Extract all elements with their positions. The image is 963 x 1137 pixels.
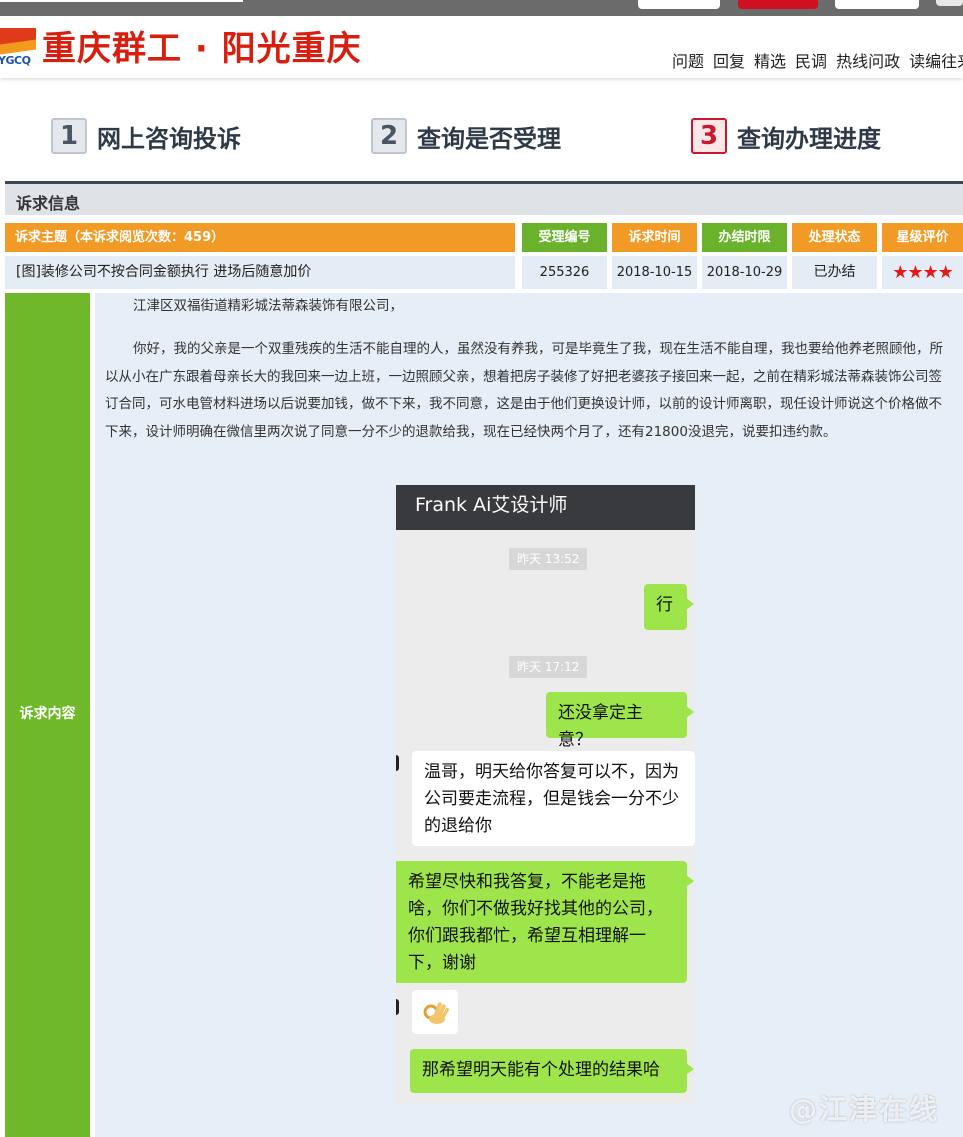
header-id: 受理编号 [522, 223, 607, 252]
step-consult[interactable]: 1 网上咨询投诉 [51, 118, 241, 154]
section-title: 诉求信息 [16, 194, 81, 213]
row-rating: ★★★★ [882, 256, 963, 289]
complaint-body: 你好，我的父亲是一个双重残疾的生活不能自理的人，虽然没有养我，可是毕竟生了我，现… [105, 341, 943, 440]
content-label: 诉求内容 [19, 706, 76, 722]
main-nav: 问题 回复 精选 民调 热线问政 读编往来 [672, 52, 963, 72]
header-time: 诉求时间 [612, 223, 697, 252]
chat-message-me: 那希望明天能有个处理的结果哈 [410, 1049, 694, 1093]
steps-bar: 1 网上咨询投诉 2 查询是否受理 3 查询办理进度 [0, 118, 963, 158]
chat-title: Frank Ai艾设计师 [396, 485, 695, 530]
watermark: @江津在线 [789, 1093, 940, 1126]
chat-avatar-icon [396, 999, 399, 1015]
nav-item-problems[interactable]: 问题 [672, 52, 704, 72]
site-logo[interactable]: YGCQ [0, 28, 36, 68]
chat-timestamp: 昨天 17:12 [509, 656, 588, 678]
top-button-report[interactable] [738, 0, 818, 9]
rating-stars-icon: ★★★★ [892, 262, 954, 283]
top-button-login[interactable] [936, 0, 963, 6]
nav-item-survey[interactable]: 民调 [795, 52, 827, 72]
step-label: 查询是否受理 [417, 124, 561, 153]
step-check-accepted[interactable]: 2 查询是否受理 [371, 118, 561, 154]
step-label: 查询办理进度 [737, 124, 881, 153]
nav-item-hotline[interactable]: 热线问政 [836, 52, 900, 72]
header-status: 处理状态 [792, 223, 877, 252]
row-deadline: 2018-10-29 [702, 256, 787, 289]
ok-hand-emoji-icon [412, 990, 458, 1034]
chat-timestamp: 昨天 13:52 [509, 548, 588, 570]
logo-text: YGCQ [0, 54, 31, 67]
step-number: 1 [51, 118, 87, 154]
step-number: 2 [371, 118, 407, 154]
top-search-input[interactable] [0, 0, 243, 2]
site-title[interactable]: 重庆群工 · 阳光重庆 [42, 30, 362, 68]
row-topic: [图]装修公司不按合同金额执行 进场后随意加价 [5, 256, 515, 289]
complaint-content: 江津区双福街道精彩城法蒂森装饰有限公司， 你好，我的父亲是一个双重残疾的生活不能… [95, 293, 963, 1137]
header-topic: 诉求主题（本诉求阅览次数：459） [5, 223, 515, 252]
top-button-1[interactable] [638, 0, 720, 9]
row-time: 2018-10-15 [612, 256, 697, 289]
top-bar [0, 0, 963, 16]
step-label: 网上咨询投诉 [97, 124, 241, 153]
step-number: 3 [691, 118, 727, 154]
nav-item-replies[interactable]: 回复 [713, 52, 745, 72]
chat-message-me: 还没拿定主意？ [546, 692, 694, 750]
chat-screenshot: Frank Ai艾设计师 昨天 13:52 行 昨天 17:12 还没拿定主意？… [396, 485, 695, 1105]
step-check-progress[interactable]: 3 查询办理进度 [691, 118, 881, 154]
nav-item-featured[interactable]: 精选 [754, 52, 786, 72]
chat-message-me: 希望尽快和我答复，不能老是拖啥，你们不做我好找其他的公司，你们跟我都忙，希望互相… [396, 861, 694, 983]
chat-message-me: 行 [644, 584, 694, 630]
chat-avatar-icon [396, 755, 399, 771]
row-id: 255326 [522, 256, 607, 289]
row-status: 已办结 [792, 256, 877, 289]
top-button-3[interactable] [835, 0, 919, 9]
site-header: YGCQ 重庆群工 · 阳光重庆 问题 回复 精选 民调 热线问政 读编往来 [0, 16, 963, 78]
complaint-addressee: 江津区双福街道精彩城法蒂森装饰有限公司， [133, 298, 403, 314]
header-rating: 星级评价 [882, 223, 963, 252]
chat-message-them: 温哥，明天给你答复可以不，因为公司要走流程，但是钱会一分不少的退给你 [412, 751, 695, 846]
nav-item-editor[interactable]: 读编往来 [909, 52, 963, 72]
header-deadline: 办结时限 [702, 223, 787, 252]
section-header: 诉求信息 [5, 181, 963, 215]
content-label-column: 诉求内容 [5, 293, 90, 1137]
